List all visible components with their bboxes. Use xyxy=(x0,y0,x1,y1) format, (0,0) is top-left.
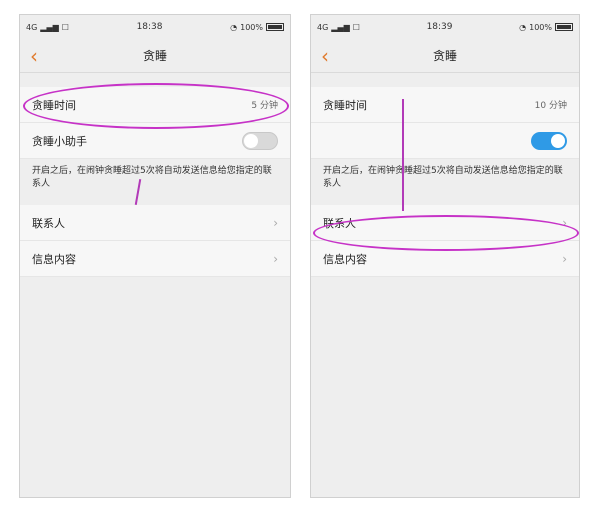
message-content-label: 信息内容 xyxy=(32,252,76,266)
snooze-time-row[interactable]: 贪睡时间 5 分钟 xyxy=(20,87,290,123)
signal-icon: ▂▄▆ xyxy=(331,22,350,32)
snooze-assistant-toggle[interactable] xyxy=(531,131,567,150)
battery-icon xyxy=(554,23,573,31)
carrier-icon: ☐ xyxy=(352,22,360,32)
hint-text: 开启之后，在闹钟贪睡超过5次将自动发送信息给您指定的联系人 xyxy=(311,159,579,205)
contact-row[interactable]: 联系人 › xyxy=(20,205,290,241)
battery-icon xyxy=(265,23,284,31)
page-title: 贪睡 xyxy=(432,49,457,63)
snooze-time-label: 贪睡时间 xyxy=(32,98,76,112)
contact-label: 联系人 xyxy=(32,216,65,230)
phone-screen-left: 4G ▂▄▆ ☐ 18:38 ◔ 100% ‹ 贪睡 贪睡时间 5 分钟 贪睡小… xyxy=(19,14,291,498)
page-title: 贪睡 xyxy=(142,49,167,63)
back-button[interactable]: ‹ xyxy=(321,44,329,68)
message-content-row[interactable]: 信息内容 › xyxy=(311,241,579,277)
battery-percent: 100% xyxy=(529,22,552,32)
status-bar: 4G ▂▄▆ ☐ 18:38 ◔ 100% xyxy=(20,15,290,39)
snooze-assistant-row xyxy=(311,123,579,159)
contact-row[interactable]: 联系人 › xyxy=(311,205,579,241)
snooze-time-value: 10 分钟 xyxy=(534,101,567,111)
network-indicator: 4G xyxy=(317,22,329,32)
wifi-icon: ◔ xyxy=(519,22,527,32)
wifi-icon: ◔ xyxy=(230,22,238,32)
chevron-right-icon: › xyxy=(562,215,567,230)
battery-percent: 100% xyxy=(240,22,263,32)
snooze-time-label: 贪睡时间 xyxy=(323,98,367,112)
signal-icon: ▂▄▆ xyxy=(40,22,59,32)
annotation-arrow xyxy=(402,99,404,211)
nav-bar: ‹ 贪睡 xyxy=(20,39,290,73)
snooze-assistant-toggle[interactable] xyxy=(242,131,278,150)
network-indicator: 4G xyxy=(26,22,38,32)
status-bar: 4G ▂▄▆ ☐ 18:39 ◔ 100% xyxy=(311,15,579,39)
chevron-right-icon: › xyxy=(273,251,278,266)
snooze-assistant-label: 贪睡小助手 xyxy=(32,134,87,148)
chevron-right-icon: › xyxy=(562,251,567,266)
contact-label: 联系人 xyxy=(323,216,356,230)
back-button[interactable]: ‹ xyxy=(30,44,38,68)
snooze-time-row[interactable]: 贪睡时间 10 分钟 xyxy=(311,87,579,123)
hint-text: 开启之后，在闹钟贪睡超过5次将自动发送信息给您指定的联系人 xyxy=(20,159,290,205)
status-time: 18:38 xyxy=(136,22,163,32)
carrier-icon: ☐ xyxy=(61,22,69,32)
nav-bar: ‹ 贪睡 xyxy=(311,39,579,73)
message-content-label: 信息内容 xyxy=(323,252,367,266)
snooze-time-value: 5 分钟 xyxy=(251,101,278,111)
snooze-assistant-row: 贪睡小助手 xyxy=(20,123,290,159)
chevron-right-icon: › xyxy=(273,215,278,230)
status-time: 18:39 xyxy=(426,22,453,32)
message-content-row[interactable]: 信息内容 › xyxy=(20,241,290,277)
phone-screen-right: 4G ▂▄▆ ☐ 18:39 ◔ 100% ‹ 贪睡 贪睡时间 10 分钟 开启… xyxy=(310,14,580,498)
